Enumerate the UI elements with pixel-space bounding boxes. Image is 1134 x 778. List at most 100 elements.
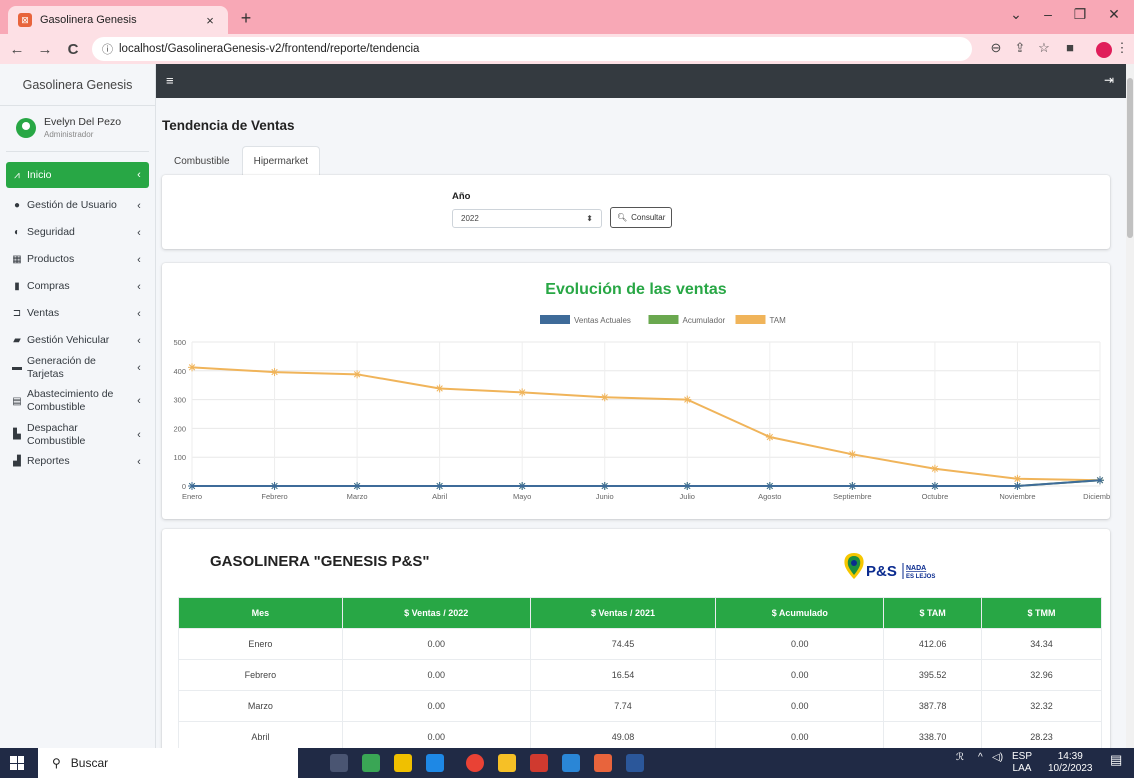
- tab-combustible[interactable]: Combustible: [162, 146, 242, 176]
- taskbar-clock[interactable]: 14:39 10/2/2023: [1048, 751, 1093, 775]
- back-icon[interactable]: ←: [6, 41, 28, 58]
- user-panel: Evelyn Del Pezo Administrador: [6, 106, 149, 152]
- series-line: [192, 479, 1101, 487]
- table-cell: Abril: [178, 721, 343, 748]
- user-name[interactable]: Evelyn Del Pezo: [44, 116, 121, 128]
- lang-layout: LAA: [1012, 763, 1032, 774]
- scrollbar-thumb[interactable]: [1127, 78, 1133, 238]
- tab-hipermarket[interactable]: Hipermarket: [241, 146, 321, 176]
- logout-icon[interactable]: ⇥: [1104, 73, 1114, 87]
- boxes-icon: ▦: [12, 254, 22, 265]
- vscode-icon[interactable]: [562, 754, 580, 772]
- y-tick-label: 300: [173, 396, 186, 405]
- logo-slogan-2: ES LEJOS: [906, 574, 935, 580]
- volume-icon[interactable]: ◁): [992, 752, 1003, 763]
- sidebar-item-gestion-vehicular[interactable]: ▰ Gestión Vehicular ‹: [6, 327, 149, 354]
- logo-slogan-1: NADA: [906, 565, 926, 572]
- task-view-icon[interactable]: [330, 754, 348, 772]
- sidebar-item-seguridad[interactable]: ◐ Seguridad ‹: [6, 219, 149, 246]
- browser-tabstrip: ⊠ Gasolinera Genesis × + ⌄ – ❐ ✕: [0, 0, 1134, 34]
- brand-link[interactable]: Gasolinera Genesis: [0, 64, 155, 106]
- clock-time: 14:39: [1057, 751, 1083, 762]
- sales-table: Mes $ Ventas / 2022 $ Ventas / 2021 $ Ac…: [178, 597, 1102, 748]
- chrome-icon[interactable]: [466, 754, 484, 772]
- sidepanel-icon[interactable]: ■: [1060, 40, 1080, 55]
- chevron-left-icon: ‹: [137, 199, 141, 212]
- reload-icon[interactable]: C: [62, 41, 84, 58]
- close-tab-icon[interactable]: ×: [202, 13, 218, 28]
- close-window-icon[interactable]: ✕: [1102, 6, 1126, 23]
- maximize-icon[interactable]: ❐: [1068, 6, 1092, 23]
- sidebar-item-productos[interactable]: ▦ Productos ‹: [6, 246, 149, 273]
- share-icon[interactable]: ⇪: [1010, 40, 1030, 56]
- data-point: [930, 482, 939, 490]
- cart-icon: ⊐: [12, 308, 22, 319]
- user-role: Administrador: [44, 130, 94, 139]
- year-select[interactable]: 2022 ⬍: [452, 209, 602, 228]
- people-icon[interactable]: ℛ: [956, 752, 964, 763]
- url-text[interactable]: localhost/GasolineraGenesis-v2/frontend/…: [119, 43, 419, 55]
- notifications-icon[interactable]: ▤: [1110, 752, 1122, 768]
- store-icon[interactable]: [394, 754, 412, 772]
- page-scrollbar[interactable]: [1126, 64, 1134, 748]
- browser-menu-icon[interactable]: ⋮: [1112, 40, 1132, 56]
- x-tick-label: Abril: [432, 492, 447, 501]
- data-point: [848, 482, 857, 490]
- data-point: [1096, 476, 1104, 485]
- filter-card: Año 2022 ⬍ 🔍︎ Consultar: [162, 175, 1110, 249]
- info-icon[interactable]: ⓘ: [102, 41, 113, 57]
- sidebar-item-gestion-usuario[interactable]: ● Gestión de Usuario ‹: [6, 192, 149, 219]
- sidebar-item-despachar[interactable]: ▙ Despachar Combustible ‹: [6, 421, 149, 448]
- data-point: [188, 482, 196, 490]
- consultar-button[interactable]: 🔍︎ Consultar: [610, 207, 673, 228]
- mail-icon[interactable]: [426, 754, 444, 772]
- word-icon[interactable]: [626, 754, 644, 772]
- table-cell: 7.74: [529, 690, 717, 722]
- minimize-icon[interactable]: –: [1036, 6, 1060, 22]
- report-card: GASOLINERA "GENESIS P&S" P&S NADA ES LEJ…: [162, 529, 1110, 748]
- sidebar-item-ventas[interactable]: ⊐ Ventas ‹: [6, 300, 149, 327]
- favicon-icon: ⊠: [18, 13, 32, 27]
- chart-line-icon: ⩘: [14, 169, 20, 181]
- new-tab-button[interactable]: +: [236, 8, 256, 29]
- lang-code: ESP: [1012, 751, 1033, 762]
- chevron-left-icon: ‹: [137, 455, 141, 468]
- sidebar-item-label: Despachar Combustible: [27, 421, 86, 447]
- table-cell: 338.70: [883, 721, 983, 748]
- xampp-icon[interactable]: [594, 754, 612, 772]
- series-line: [191, 366, 1101, 482]
- file-explorer-icon[interactable]: [498, 754, 516, 772]
- data-point: [270, 368, 279, 377]
- language-indicator[interactable]: ESP LAA: [1012, 751, 1032, 775]
- x-tick-label: Junio: [596, 492, 614, 501]
- sidebar-item-inicio[interactable]: ⩘ Inicio ‹: [6, 162, 149, 188]
- taskbar-search[interactable]: ⚲ Buscar: [38, 748, 298, 778]
- sidebar-item-compras[interactable]: ▮ Compras ‹: [6, 273, 149, 300]
- tab-search-chevron-icon[interactable]: ⌄: [1004, 6, 1028, 23]
- data-point: [270, 482, 279, 490]
- hamburger-menu-icon[interactable]: ≡: [166, 73, 174, 88]
- table-cell: 0.00: [715, 628, 885, 660]
- browser-toolbar: ← → C ⓘ localhost/GasolineraGenesis-v2/f…: [0, 34, 1134, 64]
- page-title: Tendencia de Ventas: [162, 118, 295, 133]
- legend-swatch: [648, 315, 679, 324]
- app-green-icon[interactable]: [362, 754, 380, 772]
- bookmark-star-icon[interactable]: ☆: [1034, 40, 1054, 56]
- app-red-icon[interactable]: [530, 754, 548, 772]
- tray-chevron-icon[interactable]: ^: [978, 752, 983, 763]
- zoom-icon[interactable]: ⊖: [986, 40, 1006, 56]
- address-bar[interactable]: ⓘ localhost/GasolineraGenesis-v2/fronten…: [92, 37, 972, 61]
- data-point: [1013, 482, 1022, 490]
- sidebar-item-reportes[interactable]: ▟ Reportes ‹: [6, 448, 149, 475]
- forward-icon[interactable]: →: [34, 41, 56, 58]
- browser-tab[interactable]: ⊠ Gasolinera Genesis ×: [8, 6, 228, 34]
- windows-start-icon[interactable]: [10, 756, 24, 770]
- y-tick-label: 200: [173, 424, 186, 433]
- data-point: [930, 464, 939, 473]
- profile-avatar-icon[interactable]: [1096, 42, 1112, 58]
- data-point: [518, 482, 527, 490]
- table-cell: 49.08: [529, 721, 717, 748]
- data-point: [848, 450, 857, 459]
- sidebar-item-abastecimiento[interactable]: ▤ Abastecimiento de Combustible ‹: [6, 381, 149, 421]
- sidebar-item-generacion-tarjetas[interactable]: ▬ Generación de Tarjetas ‹: [6, 354, 149, 381]
